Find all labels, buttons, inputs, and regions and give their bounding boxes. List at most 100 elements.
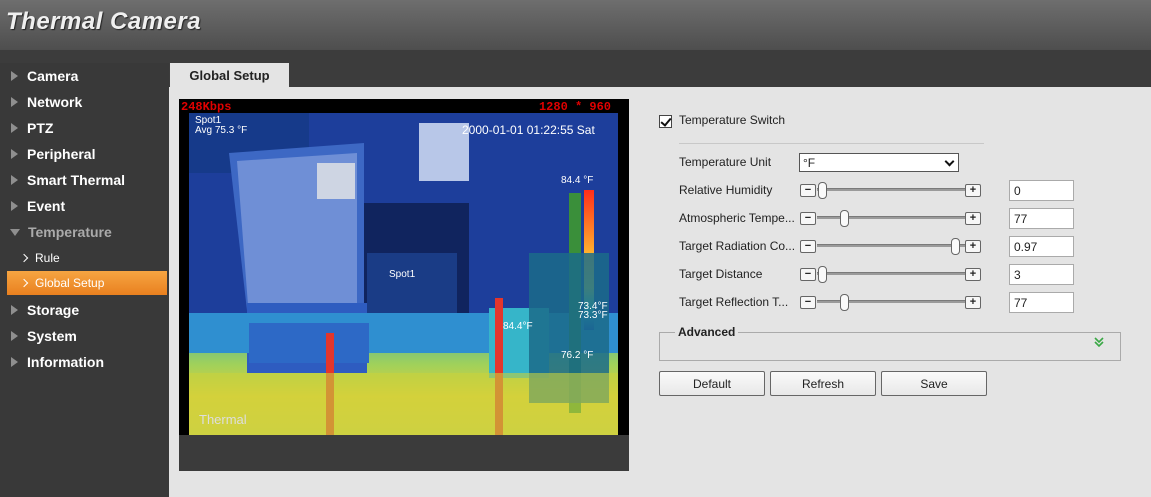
sidebar-item-event[interactable]: Event [0,194,169,218]
sidebar-item-temperature[interactable]: Temperature [0,220,169,244]
target-distance-thumb[interactable] [818,266,827,283]
triangle-right-icon [11,71,18,81]
sidebar-item-label: Storage [27,302,80,318]
minus-icon[interactable]: − [800,268,816,281]
tab-global-setup[interactable]: Global Setup [170,63,289,87]
minus-icon[interactable]: − [800,184,816,197]
triangle-right-icon [11,201,18,211]
relative-humidity-thumb[interactable] [818,182,827,199]
main-panel: Spot1 Avg 75.3 °F 2000-01-01 01:22:55 Sa… [169,87,1151,497]
sidebar-subitem-global-setup[interactable]: Global Setup [7,271,167,295]
atmospheric-temp-thumb[interactable] [839,210,849,227]
sidebar: Camera Network PTZ Peripheral Smart Ther… [0,63,169,497]
triangle-right-icon [11,357,18,367]
spot-info: Spot1 Avg 75.3 °F [195,116,247,136]
relative-humidity-input[interactable]: 0 [1009,180,1074,201]
atmospheric-temp-input[interactable]: 77 [1009,208,1074,229]
min-temp-label: 76.2 °F [561,350,594,361]
target-reflection-label: Target Reflection T... [679,295,789,309]
video-controls [179,435,629,471]
triangle-down-icon [10,228,20,236]
relative-humidity-label: Relative Humidity [679,183,773,197]
sidebar-item-label: Event [27,198,66,214]
video-timestamp: 2000-01-01 01:22:55 Sat [462,123,595,137]
target-radiation-input[interactable]: 0.97 [1009,236,1074,257]
minus-icon[interactable]: − [800,212,816,225]
plus-icon[interactable]: + [965,268,981,281]
target-reflection-thumb[interactable] [839,294,849,311]
double-chevron-down-icon [1094,337,1104,348]
sidebar-item-label: Temperature [28,224,112,240]
atmospheric-temp-label: Atmospheric Tempe... [679,211,795,225]
max-temp-label: 84.4 °F [561,175,594,186]
target-distance-label: Target Distance [679,267,763,281]
sidebar-item-network[interactable]: Network [0,90,169,114]
sidebar-subitem-rule[interactable]: Rule [7,246,167,270]
video-resolution: 1280 * 960 [538,100,611,114]
triangle-right-icon [11,305,18,315]
triangle-right-icon [11,175,18,185]
target-reflection-input[interactable]: 77 [1009,292,1074,313]
target-distance-input[interactable]: 3 [1009,264,1074,285]
triangle-right-icon [11,123,18,133]
sidebar-item-label: Peripheral [27,146,96,162]
default-button[interactable]: Default [659,371,765,396]
sidebar-item-ptz[interactable]: PTZ [0,116,169,140]
video-bitrate: 248Kbps [181,100,232,114]
sidebar-item-label: Network [27,94,83,110]
sidebar-item-label: PTZ [27,120,54,136]
temperature-unit-label: Temperature Unit [679,155,772,169]
save-button[interactable]: Save [881,371,987,396]
app-title: Thermal Camera [6,8,202,35]
temperature-unit-select[interactable]: °F [799,153,959,172]
plus-icon[interactable]: + [965,184,981,197]
sidebar-item-storage[interactable]: Storage [0,298,169,322]
triangle-right-icon [11,149,18,159]
advanced-section: Advanced [659,325,1121,361]
spot-avg: Avg 75.3 °F [195,125,248,136]
live-video[interactable]: Spot1 Avg 75.3 °F 2000-01-01 01:22:55 Sa… [179,99,629,435]
video-frame: Spot1 Avg 75.3 °F 2000-01-01 01:22:55 Sa… [179,99,629,471]
temperature-switch-label: Temperature Switch [679,113,786,127]
refresh-button[interactable]: Refresh [770,371,876,396]
sidebar-item-label: System [27,328,77,344]
triangle-right-icon [11,97,18,107]
sidebar-item-camera[interactable]: Camera [0,64,169,88]
relative-humidity-track[interactable] [817,188,965,191]
sidebar-item-smart-thermal[interactable]: Smart Thermal [0,168,169,192]
spot-marker: Spot1 [389,269,416,280]
sidebar-subitem-label: Global Setup [35,276,105,290]
top-strip [0,50,1151,63]
chevron-down-icon [944,156,955,167]
sidebar-item-peripheral[interactable]: Peripheral [0,142,169,166]
advanced-title: Advanced [675,325,739,339]
minus-icon[interactable]: − [800,296,816,309]
triangle-right-icon [11,331,18,341]
sidebar-item-label: Camera [27,68,79,84]
thermal-scene: Spot1 Avg 75.3 °F 2000-01-01 01:22:55 Sa… [189,113,618,435]
channel-name: Thermal [199,412,247,427]
sidebar-item-label: Smart Thermal [27,172,126,188]
target-radiation-thumb[interactable] [950,238,960,255]
temperature-unit-value: °F [803,155,816,170]
tabs-bar: Global Setup [169,63,1151,87]
minus-icon[interactable]: − [800,240,816,253]
sidebar-item-system[interactable]: System [0,324,169,348]
sidebar-subitem-label: Rule [35,251,60,265]
expand-icon[interactable] [1094,337,1104,348]
plus-icon[interactable]: + [965,212,981,225]
plus-icon[interactable]: + [965,296,981,309]
target-radiation-label: Target Radiation Co... [679,239,796,253]
sidebar-item-label: Information [27,354,104,370]
temperature-switch-checkbox[interactable] [659,115,672,128]
sidebar-item-information[interactable]: Information [0,350,169,374]
chevron-right-icon [19,253,29,263]
target-distance-track[interactable] [817,272,965,275]
chevron-right-icon [19,278,29,288]
plus-icon[interactable]: + [965,240,981,253]
separator [679,143,984,144]
app-header: Thermal Camera [0,0,1151,50]
scale-label-2: 73.3°F [578,310,608,321]
box-temp-label: 84.4°F [503,321,533,332]
target-radiation-track[interactable] [817,244,965,247]
